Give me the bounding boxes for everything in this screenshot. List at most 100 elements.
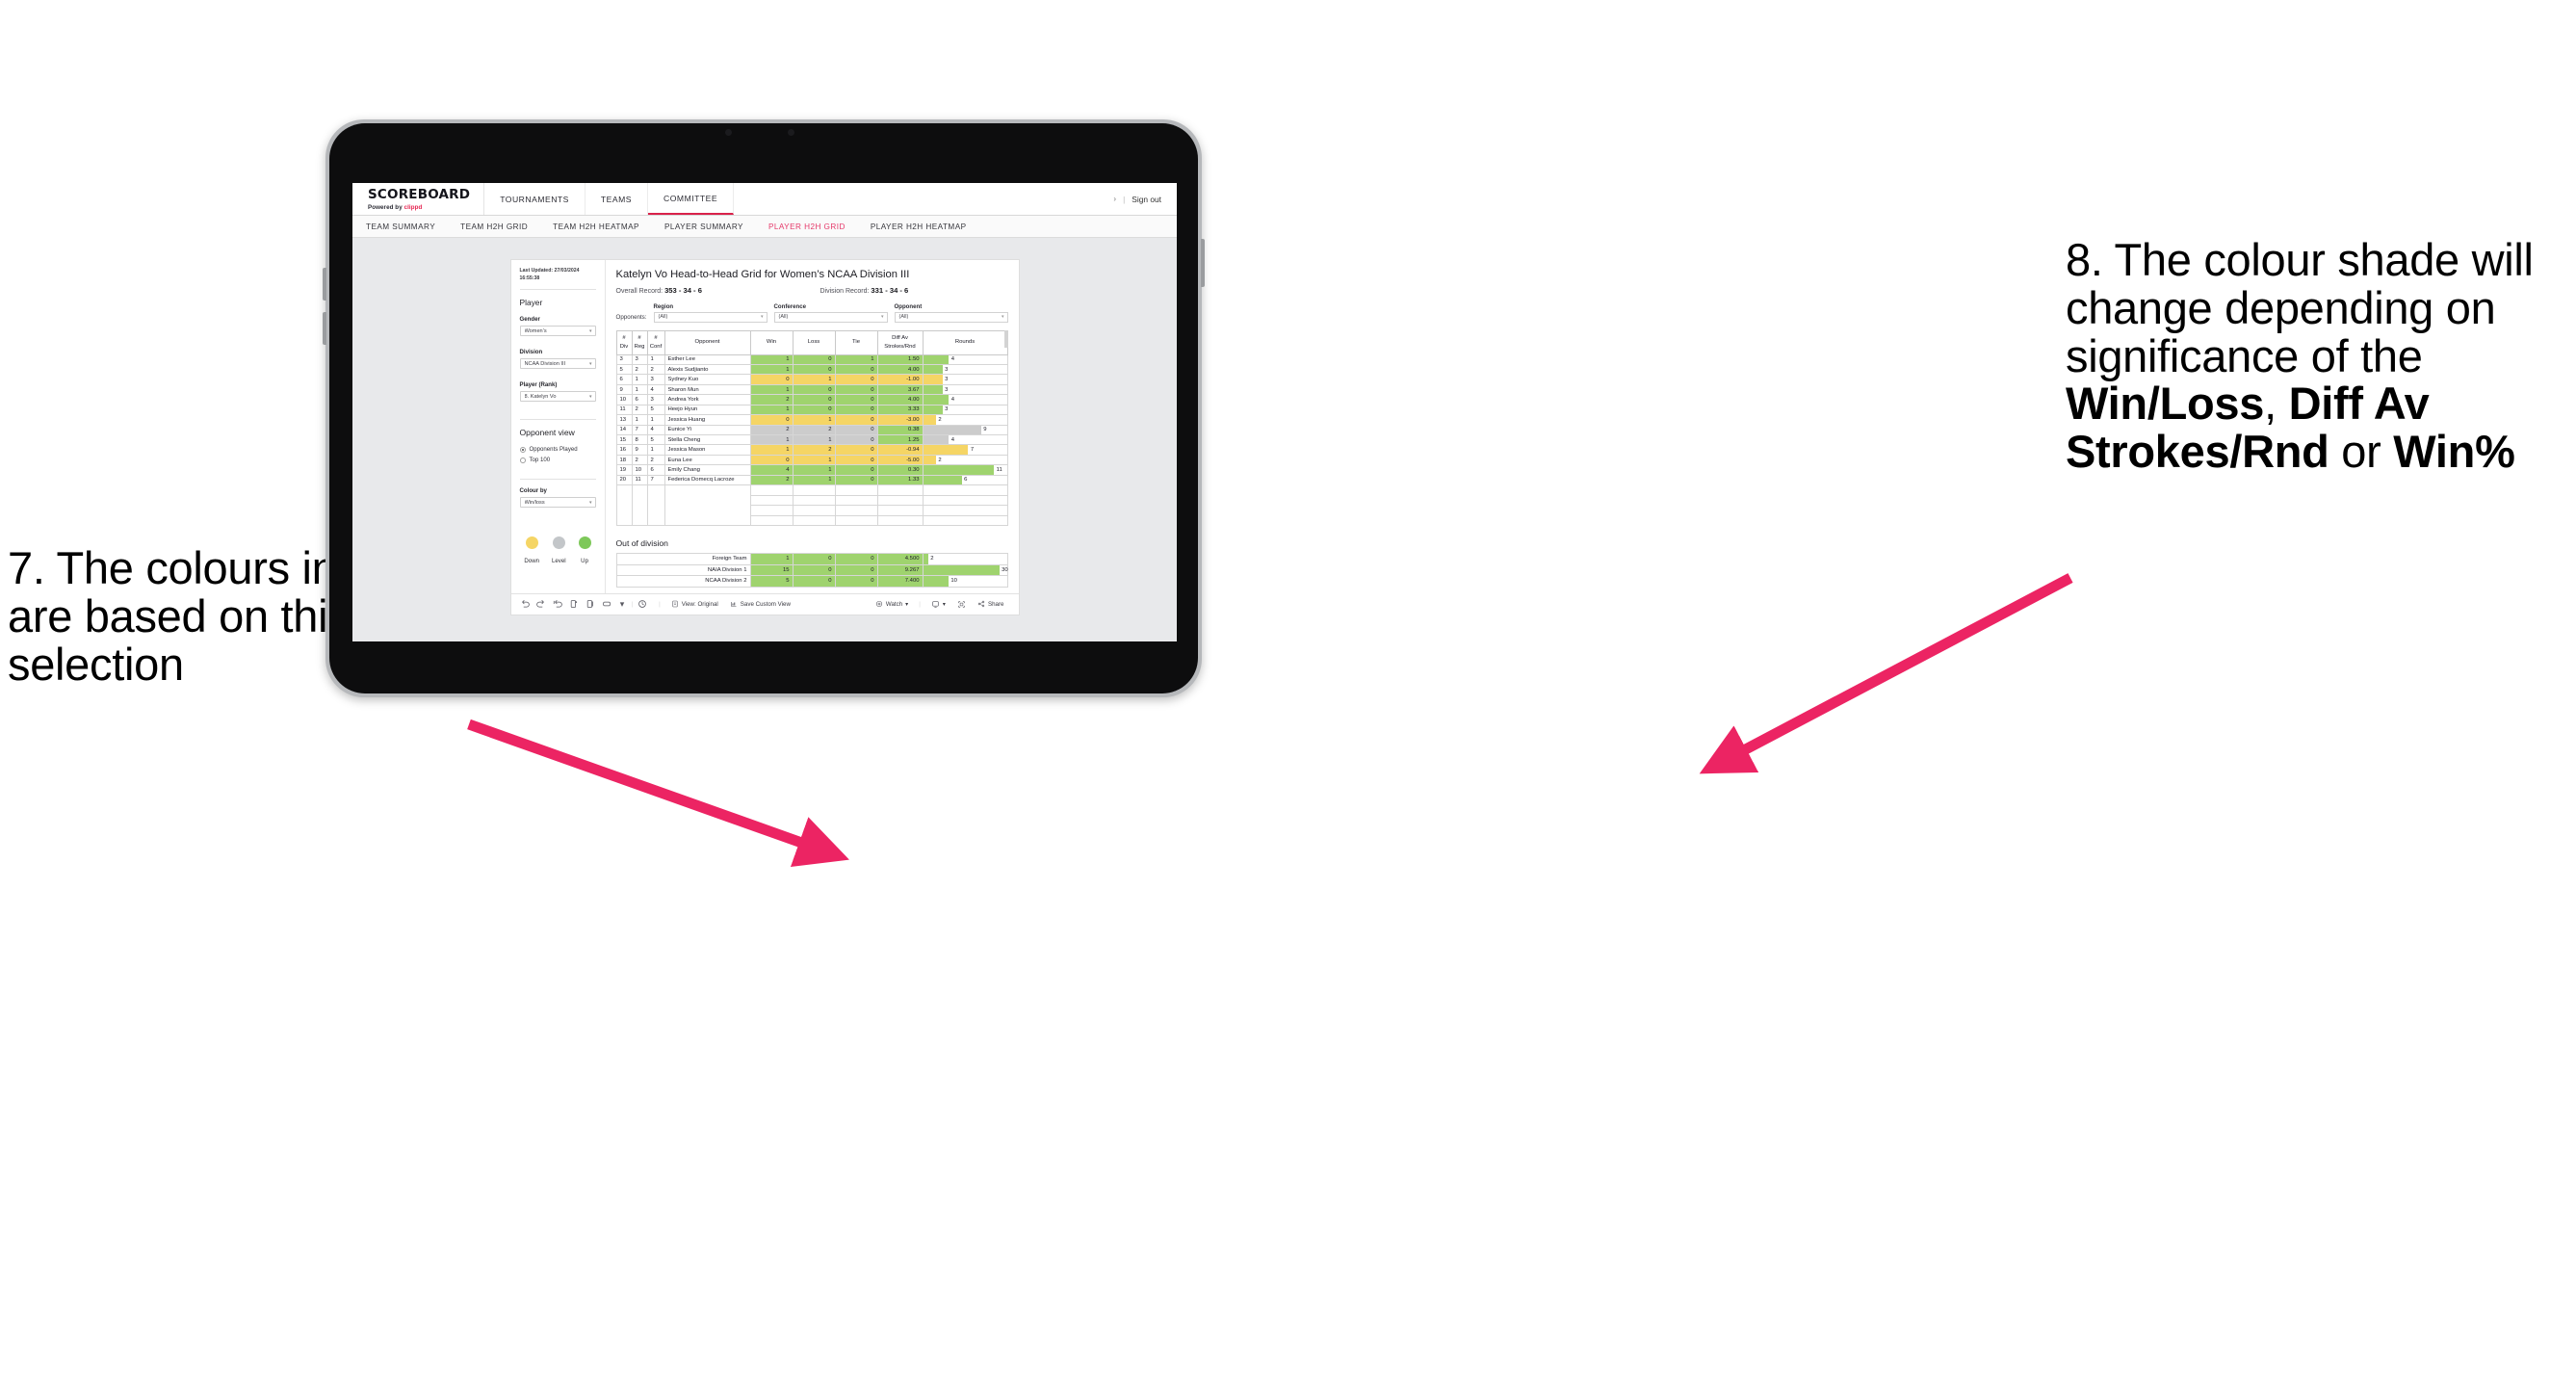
cell-rounds-bar: 7 — [922, 444, 1008, 456]
table-row[interactable]: NAIA Division 1 15 0 0 9.267 30 — [615, 563, 1008, 577]
volume-down-button[interactable] — [323, 312, 326, 345]
app-logo[interactable]: SCOREBOARD Powered by clippd — [352, 183, 485, 215]
sub-tab-player-h2h-grid[interactable]: PLAYER H2H GRID — [768, 222, 846, 231]
division-record: Division Record: 331 - 34 - 6 — [820, 286, 909, 295]
cell-reg: 2 — [631, 363, 648, 376]
player-section-heading: Player — [519, 298, 543, 308]
legend-item-level: Level — [552, 536, 566, 564]
sub-tab-team-h2h-grid[interactable]: TEAM H2H GRID — [460, 222, 528, 231]
filter-conference-select[interactable]: (All) ▾ — [773, 312, 888, 323]
chevron-down-icon: ▾ — [588, 393, 592, 400]
gender-value: Women’s — [524, 327, 547, 334]
table-row[interactable]: 9 1 4 Sharon Mun 1 0 0 3.67 3 — [615, 383, 1008, 396]
table-row[interactable]: 10 6 3 Andrea York 2 0 0 4.00 4 — [615, 394, 1008, 405]
chevron-right-icon[interactable]: › — [1113, 195, 1116, 203]
col-header-reg[interactable]: # Reg — [631, 329, 648, 355]
view-original-button[interactable]: View: Original — [665, 600, 724, 608]
table-row[interactable]: 3 3 1 Esther Lee 1 0 1 1.50 4 — [615, 353, 1008, 365]
cell-conf: 2 — [646, 454, 665, 466]
out-of-division-table: Foreign Team 1 0 0 4.500 2 NAIA Division 1 15 0 0… — [615, 552, 1008, 588]
colour-by-select[interactable]: Win/loss ▾ — [519, 497, 596, 509]
filter-opponent-select[interactable]: (All) ▾ — [894, 312, 1008, 323]
nav-tab-teams[interactable]: TEAMS — [585, 183, 649, 215]
save-custom-view-button[interactable]: Save Custom View — [724, 600, 796, 608]
col-header-tie[interactable]: Tie — [834, 329, 878, 355]
cell-opponent: Sharon Mun — [664, 383, 751, 396]
gender-select[interactable]: Women’s ▾ — [519, 326, 596, 337]
fullscreen-button[interactable] — [951, 600, 972, 609]
device-layout-icon[interactable] — [602, 599, 618, 609]
cell-conf: 3 — [646, 394, 665, 405]
col-header-diff[interactable]: Diff Av Strokes/Rnd — [876, 329, 924, 355]
cell-win: 0 — [749, 454, 794, 466]
chevron-down-icon[interactable]: ▾ — [618, 599, 627, 610]
volume-up-button[interactable] — [323, 268, 326, 301]
legend-item-up: Up — [578, 536, 591, 564]
radio-top-100[interactable]: Top 100 — [519, 457, 596, 463]
cell-opponent: Heejo Hyun — [664, 404, 751, 416]
division-record-label: Division Record: — [820, 288, 872, 295]
sub-tab-player-summary[interactable]: PLAYER SUMMARY — [664, 222, 743, 231]
table-row[interactable]: NCAA Division 2 5 0 0 7.400 10 — [615, 575, 1008, 588]
cell-loss: 1 — [792, 374, 836, 385]
table-row[interactable]: 19 10 6 Emily Chang 4 1 0 0.30 11 — [615, 464, 1008, 476]
division-select[interactable]: NCAA Division III ▾ — [519, 358, 596, 370]
cell-win: 0 — [749, 374, 794, 385]
pause-icon[interactable] — [585, 599, 602, 609]
table-row[interactable]: 18 2 2 Euna Lee 0 1 0 -5.00 2 — [615, 454, 1008, 466]
share-button[interactable]: Share — [972, 600, 1010, 608]
sensor-icon — [788, 129, 794, 136]
annotation-8-bold-winpct: Win% — [2393, 426, 2515, 478]
sub-tab-team-summary[interactable]: TEAM SUMMARY — [366, 222, 435, 231]
player-rank-select[interactable]: 8. Katelyn Vo ▾ — [519, 391, 596, 403]
cell-diff: 1.25 — [876, 433, 924, 446]
viz-main-panel: Katelyn Vo Head-to-Head Grid for Women’s… — [606, 260, 1019, 593]
col-header-div[interactable]: # Div — [615, 329, 633, 355]
table-row[interactable]: 20 11 7 Federica Domecq Lacroze 2 1 0 1.33 6 — [615, 474, 1008, 486]
cell-loss: 0 — [792, 552, 836, 565]
sub-tab-team-h2h-heatmap[interactable]: TEAM H2H HEATMAP — [553, 222, 639, 231]
col-header-win[interactable]: Win — [749, 329, 794, 355]
cell-rounds-bar: 9 — [922, 424, 1008, 436]
redo-icon[interactable] — [535, 599, 553, 609]
sign-out-button[interactable]: Sign out — [1132, 195, 1161, 204]
cell-empty — [646, 495, 665, 506]
table-row[interactable]: 6 1 3 Sydney Kuo 0 1 0 -1.00 3 — [615, 374, 1008, 385]
cell-diff: 1.33 — [876, 474, 924, 486]
cell-reg: 3 — [631, 353, 648, 365]
opponents-label: Opponents: — [615, 313, 647, 321]
grid-wrapper: # Div # Reg # Conf Opponent Win Loss Tie Diff Av St… — [615, 329, 1008, 526]
col-header-opponent[interactable]: Opponent — [664, 329, 751, 355]
clear-icon[interactable] — [637, 599, 654, 609]
cell-win: 2 — [749, 394, 794, 405]
filter-region-select[interactable]: (All) ▾ — [653, 312, 768, 323]
download-button[interactable]: ▾ — [925, 600, 951, 609]
col-header-rounds[interactable]: Rounds — [922, 329, 1008, 355]
table-row[interactable]: Foreign Team 1 0 0 4.500 2 — [615, 552, 1008, 565]
col-header-loss[interactable]: Loss — [792, 329, 836, 355]
nav-tab-tournaments[interactable]: TOURNAMENTS — [484, 183, 585, 215]
refresh-icon[interactable] — [569, 599, 585, 609]
table-row[interactable]: 11 2 5 Heejo Hyun 1 0 0 3.33 3 — [615, 404, 1008, 416]
cell-empty — [792, 484, 836, 496]
power-button[interactable] — [1201, 239, 1205, 287]
grid-body: 3 3 1 Esther Lee 1 0 1 1.50 4 5 2 2 Alexis Sudjianto… — [615, 353, 1008, 526]
rounds-value: 6 — [964, 477, 968, 484]
out-of-division-title: Out of division — [615, 537, 668, 548]
logo-wordmark: SCOREBOARD — [368, 187, 471, 203]
sub-tab-player-h2h-heatmap[interactable]: PLAYER H2H HEATMAP — [871, 222, 967, 231]
watch-button[interactable]: Watch ▾ — [870, 600, 914, 608]
table-row[interactable]: 15 8 5 Stella Cheng 1 1 0 1.25 4 — [615, 433, 1008, 446]
radio-opponents-played[interactable]: Opponents Played — [519, 446, 596, 453]
table-row[interactable]: 14 7 4 Eunice Yi 2 2 0 0.38 9 — [615, 424, 1008, 436]
revert-icon[interactable] — [553, 599, 569, 609]
table-row[interactable]: 13 1 1 Jessica Huang 0 1 0 -3.00 2 — [615, 414, 1008, 426]
nav-tab-committee[interactable]: COMMITTEE — [648, 183, 735, 215]
table-row[interactable]: 16 9 1 Jessica Mason 1 2 0 -0.94 7 — [615, 444, 1008, 456]
undo-icon[interactable] — [520, 599, 536, 609]
cell-rounds-bar: 4 — [922, 394, 1008, 405]
table-row[interactable]: 5 2 2 Alexis Sudjianto 1 0 0 4.00 3 — [615, 363, 1008, 376]
grid-scrollbar[interactable] — [1003, 329, 1008, 348]
col-header-conf[interactable]: # Conf — [646, 329, 665, 355]
last-updated-time: 16:55:38 — [519, 275, 540, 281]
